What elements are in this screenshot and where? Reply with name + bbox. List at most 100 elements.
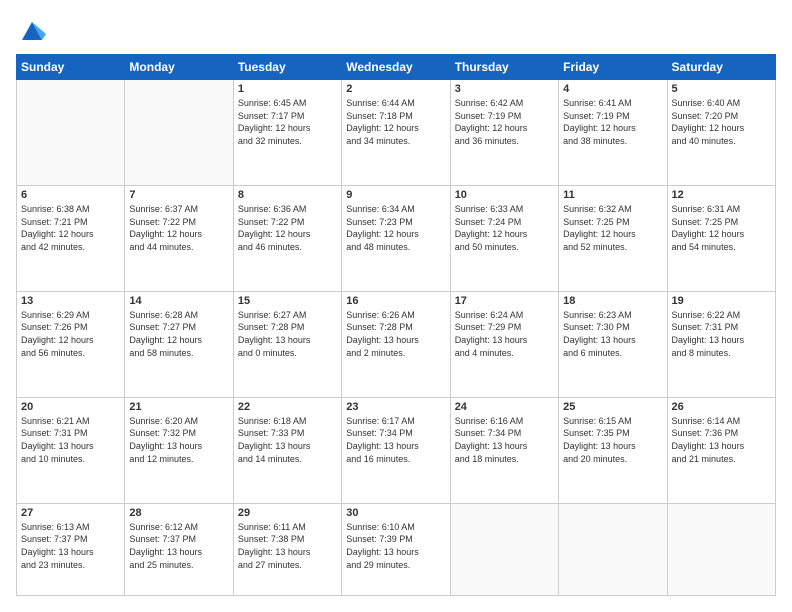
calendar-cell: 29 Sunrise: 6:11 AM Sunset: 7:38 PM Dayli…: [233, 503, 341, 595]
calendar-cell: 15 Sunrise: 6:27 AM Sunset: 7:28 PM Dayli…: [233, 291, 341, 397]
calendar-cell: 5 Sunrise: 6:40 AM Sunset: 7:20 PM Daylig…: [667, 80, 775, 186]
calendar-cell: 20Sunrise: 6:21 AM Sunset: 7:31 PM Dayli…: [17, 397, 125, 503]
calendar-cell: 7 Sunrise: 6:37 AM Sunset: 7:22 PM Daylig…: [125, 185, 233, 291]
weekday-header-saturday: Saturday: [667, 55, 775, 80]
weekday-header-tuesday: Tuesday: [233, 55, 341, 80]
day-number: 7: [129, 189, 228, 201]
calendar-cell: 30Sunrise: 6:10 AM Sunset: 7:39 PM Dayli…: [342, 503, 450, 595]
header: [16, 16, 776, 44]
day-number: 19: [672, 295, 771, 307]
calendar-week-row: 27 Sunrise: 6:13 AM Sunset: 7:37 PM Dayli…: [17, 503, 776, 595]
day-info: Sunrise: 6:40 AM Sunset: 7:20 PM Dayligh…: [672, 97, 771, 147]
calendar-cell: 19 Sunrise: 6:22 AM Sunset: 7:31 PM Dayli…: [667, 291, 775, 397]
weekday-header-thursday: Thursday: [450, 55, 558, 80]
calendar-cell: [125, 80, 233, 186]
calendar-cell: 11 Sunrise: 6:32 AM Sunset: 7:25 PM Dayli…: [559, 185, 667, 291]
day-number: 9: [346, 189, 445, 201]
day-info: Sunrise: 6:32 AM Sunset: 7:25 PM Dayligh…: [563, 203, 662, 253]
calendar-cell: [667, 503, 775, 595]
logo: [16, 16, 46, 44]
day-info: Sunrise: 6:22 AM Sunset: 7:31 PM Dayligh…: [672, 309, 771, 359]
weekday-header-wednesday: Wednesday: [342, 55, 450, 80]
calendar-cell: 28 Sunrise: 6:12 AM Sunset: 7:37 PM Dayli…: [125, 503, 233, 595]
day-number: 3: [455, 83, 554, 95]
day-info: Sunrise: 6:20 AM Sunset: 7:32 PM Dayligh…: [129, 415, 228, 465]
day-info: Sunrise: 6:41 AM Sunset: 7:19 PM Dayligh…: [563, 97, 662, 147]
day-number: 4: [563, 83, 662, 95]
calendar-cell: 2Sunrise: 6:44 AM Sunset: 7:18 PM Daylig…: [342, 80, 450, 186]
calendar-cell: 10Sunrise: 6:33 AM Sunset: 7:24 PM Dayli…: [450, 185, 558, 291]
calendar-cell: 16 Sunrise: 6:26 AM Sunset: 7:28 PM Dayli…: [342, 291, 450, 397]
calendar-week-row: 13 Sunrise: 6:29 AM Sunset: 7:26 PM Dayli…: [17, 291, 776, 397]
calendar-cell: [450, 503, 558, 595]
calendar-cell: 3 Sunrise: 6:42 AM Sunset: 7:19 PM Daylig…: [450, 80, 558, 186]
day-info: Sunrise: 6:15 AM Sunset: 7:35 PM Dayligh…: [563, 415, 662, 465]
day-number: 6: [21, 189, 120, 201]
day-number: 26: [672, 401, 771, 413]
day-info: Sunrise: 6:17 AM Sunset: 7:34 PM Dayligh…: [346, 415, 445, 465]
day-info: Sunrise: 6:36 AM Sunset: 7:22 PM Dayligh…: [238, 203, 337, 253]
calendar-cell: 1 Sunrise: 6:45 AM Sunset: 7:17 PM Daylig…: [233, 80, 341, 186]
calendar-cell: 27 Sunrise: 6:13 AM Sunset: 7:37 PM Dayli…: [17, 503, 125, 595]
calendar-cell: 25 Sunrise: 6:15 AM Sunset: 7:35 PM Dayli…: [559, 397, 667, 503]
day-number: 29: [238, 507, 337, 519]
calendar-cell: 18 Sunrise: 6:23 AM Sunset: 7:30 PM Dayli…: [559, 291, 667, 397]
day-number: 11: [563, 189, 662, 201]
day-number: 22: [238, 401, 337, 413]
logo-icon: [18, 16, 46, 44]
calendar-cell: 6 Sunrise: 6:38 AM Sunset: 7:21 PM Daylig…: [17, 185, 125, 291]
weekday-header-monday: Monday: [125, 55, 233, 80]
day-number: 18: [563, 295, 662, 307]
day-info: Sunrise: 6:31 AM Sunset: 7:25 PM Dayligh…: [672, 203, 771, 253]
day-number: 13: [21, 295, 120, 307]
day-info: Sunrise: 6:27 AM Sunset: 7:28 PM Dayligh…: [238, 309, 337, 359]
day-number: 5: [672, 83, 771, 95]
day-info: Sunrise: 6:26 AM Sunset: 7:28 PM Dayligh…: [346, 309, 445, 359]
day-number: 12: [672, 189, 771, 201]
day-info: Sunrise: 6:24 AM Sunset: 7:29 PM Dayligh…: [455, 309, 554, 359]
calendar-week-row: 20Sunrise: 6:21 AM Sunset: 7:31 PM Dayli…: [17, 397, 776, 503]
calendar-cell: 22 Sunrise: 6:18 AM Sunset: 7:33 PM Dayli…: [233, 397, 341, 503]
day-number: 10: [455, 189, 554, 201]
day-info: Sunrise: 6:28 AM Sunset: 7:27 PM Dayligh…: [129, 309, 228, 359]
day-info: Sunrise: 6:12 AM Sunset: 7:37 PM Dayligh…: [129, 521, 228, 571]
day-info: Sunrise: 6:16 AM Sunset: 7:34 PM Dayligh…: [455, 415, 554, 465]
day-number: 25: [563, 401, 662, 413]
day-info: Sunrise: 6:42 AM Sunset: 7:19 PM Dayligh…: [455, 97, 554, 147]
calendar-cell: 21 Sunrise: 6:20 AM Sunset: 7:32 PM Dayli…: [125, 397, 233, 503]
day-info: Sunrise: 6:21 AM Sunset: 7:31 PM Dayligh…: [21, 415, 120, 465]
day-number: 1: [238, 83, 337, 95]
day-number: 27: [21, 507, 120, 519]
calendar-week-row: 1 Sunrise: 6:45 AM Sunset: 7:17 PM Daylig…: [17, 80, 776, 186]
day-info: Sunrise: 6:23 AM Sunset: 7:30 PM Dayligh…: [563, 309, 662, 359]
calendar-table: SundayMondayTuesdayWednesdayThursdayFrid…: [16, 54, 776, 596]
day-info: Sunrise: 6:18 AM Sunset: 7:33 PM Dayligh…: [238, 415, 337, 465]
day-info: Sunrise: 6:10 AM Sunset: 7:39 PM Dayligh…: [346, 521, 445, 571]
calendar-week-row: 6 Sunrise: 6:38 AM Sunset: 7:21 PM Daylig…: [17, 185, 776, 291]
day-number: 21: [129, 401, 228, 413]
day-info: Sunrise: 6:29 AM Sunset: 7:26 PM Dayligh…: [21, 309, 120, 359]
day-info: Sunrise: 6:34 AM Sunset: 7:23 PM Dayligh…: [346, 203, 445, 253]
day-info: Sunrise: 6:38 AM Sunset: 7:21 PM Dayligh…: [21, 203, 120, 253]
calendar-cell: 9 Sunrise: 6:34 AM Sunset: 7:23 PM Daylig…: [342, 185, 450, 291]
weekday-header-row: SundayMondayTuesdayWednesdayThursdayFrid…: [17, 55, 776, 80]
day-number: 23: [346, 401, 445, 413]
calendar-cell: 23 Sunrise: 6:17 AM Sunset: 7:34 PM Dayli…: [342, 397, 450, 503]
day-number: 15: [238, 295, 337, 307]
calendar-cell: 12 Sunrise: 6:31 AM Sunset: 7:25 PM Dayli…: [667, 185, 775, 291]
calendar-cell: 24 Sunrise: 6:16 AM Sunset: 7:34 PM Dayli…: [450, 397, 558, 503]
day-number: 24: [455, 401, 554, 413]
day-number: 28: [129, 507, 228, 519]
day-info: Sunrise: 6:11 AM Sunset: 7:38 PM Dayligh…: [238, 521, 337, 571]
calendar-cell: 17 Sunrise: 6:24 AM Sunset: 7:29 PM Dayli…: [450, 291, 558, 397]
day-info: Sunrise: 6:45 AM Sunset: 7:17 PM Dayligh…: [238, 97, 337, 147]
day-number: 17: [455, 295, 554, 307]
weekday-header-friday: Friday: [559, 55, 667, 80]
day-info: Sunrise: 6:13 AM Sunset: 7:37 PM Dayligh…: [21, 521, 120, 571]
day-info: Sunrise: 6:37 AM Sunset: 7:22 PM Dayligh…: [129, 203, 228, 253]
day-number: 2: [346, 83, 445, 95]
calendar-cell: [17, 80, 125, 186]
calendar-cell: 14Sunrise: 6:28 AM Sunset: 7:27 PM Dayli…: [125, 291, 233, 397]
page: SundayMondayTuesdayWednesdayThursdayFrid…: [0, 0, 792, 612]
day-number: 16: [346, 295, 445, 307]
